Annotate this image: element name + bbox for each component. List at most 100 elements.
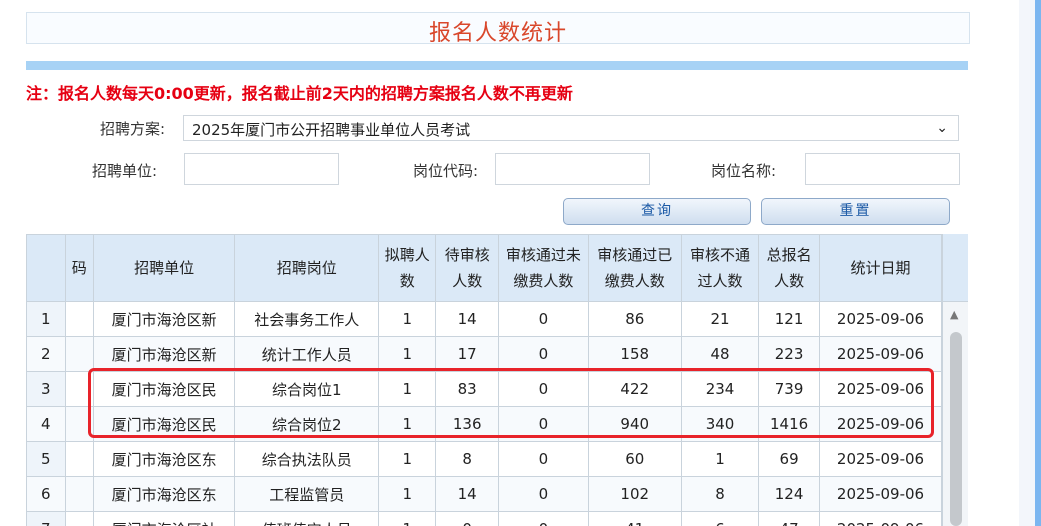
table-row[interactable]: 7厦门市海沧区社值班值守人员100416472025-09-06 [26,511,942,526]
column-header-line: 审核不通 [690,246,751,264]
column-header-line: 缴费人数 [604,272,665,290]
row-number-cell: 5 [26,441,66,477]
table-cell: 厦门市海沧区东 [92,476,236,512]
scroll-up-arrow-icon[interactable]: ▲ [950,308,958,321]
table-cell: 0 [435,511,500,526]
table-row[interactable]: 5 厦门市海沧区东 综合执法队员 1 8 0 60 1 69 2025-09-06 [26,441,942,477]
table-cell [64,336,95,372]
table-cell: 48 [680,336,760,372]
table-cell [64,301,95,337]
table-cell [64,476,95,512]
scrollbar-thumb[interactable] [950,332,962,526]
title-panel: 报名人数统计 [26,12,970,46]
table-cell: 1 [378,511,437,526]
column-header-line: 审核通过已 [597,246,673,264]
column-header-line: 人数 [774,272,805,290]
table-cell: 2025-09-06 [819,511,942,526]
table-cell: 47 [758,511,821,526]
table-cell: 1 [680,441,760,477]
table-cell: 2025-09-06 [819,441,942,477]
table-cell: 厦门市海沧区新 [92,336,236,372]
chevron-down-icon[interactable]: ⌄ [936,120,948,136]
table-row[interactable]: 2 厦门市海沧区新 统计工作人员 1 17 0 158 48 223 2025-09-06 [26,336,942,372]
table-header-row: 码招聘单位 招聘岗位 拟聘人数待审核 人数 审核通过未 缴费人数 审核通过已 缴费人数 审核不通… [26,234,942,302]
plan-select[interactable]: 2025年厦门市公开招聘事业单位人员考试 ⌄ [183,115,959,141]
row-number-cell: 2 [26,336,66,372]
table-cell: 0 [498,301,589,337]
code-input[interactable] [495,153,650,185]
row-number-cell: 6 [26,476,66,512]
column-header: 码 [64,234,95,302]
scrollbar-header-cap [943,234,968,302]
column-header: 待审核 人数 [435,234,500,302]
name-input[interactable] [805,153,960,185]
table-cell: 0 [498,511,589,526]
table-cell: 124 [758,476,821,512]
column-header-line: 统计日期 [850,259,911,277]
table-scrollbar[interactable]: ▲ [942,234,968,526]
table-cell: 1 [378,441,437,477]
table-cell: 14 [435,476,500,512]
table-cell: 厦门市海沧区新 [92,301,236,337]
table-cell: 统计工作人员 [234,336,380,372]
table-cell: 86 [587,301,682,337]
column-header-line: 审核通过未 [505,246,581,264]
column-header-line: 总报名 [766,246,812,264]
column-header: 招聘单位 [92,234,236,302]
column-header-line: 拟聘人 [384,246,430,264]
table-cell: 158 [587,336,682,372]
row-number-cell: 1 [26,301,66,337]
update-notice: 注：报名人数每天0:00更新，报名截止前2天内的招聘方案报名人数不再更新 [26,84,573,103]
name-label: 岗位名称: [711,162,777,180]
plan-select-value: 2025年厦门市公开招聘事业单位人员考试 [192,121,471,139]
highlight-annotation-box [88,368,934,438]
table-row[interactable]: 1 厦门市海沧区新 社会事务工作人 1 14 0 86 21 121 2025-09-06 [26,301,942,337]
column-header: 审核不通 过人数 [680,234,760,302]
table-cell: 21 [680,301,760,337]
table-cell: 1 [378,476,437,512]
column-header-line: 过人数 [697,272,743,290]
column-header-line: 待审核 [444,246,490,264]
table-cell: 41 [587,511,682,526]
unit-label: 招聘单位: [92,162,158,180]
query-button[interactable]: 查询 [563,198,751,225]
table-cell: 102 [587,476,682,512]
table-cell: 值班值守人员 [234,511,380,526]
row-number-cell: 7 [26,511,66,526]
table-cell: 8 [680,476,760,512]
table-cell: 2025-09-06 [819,336,942,372]
table-cell: 综合执法队员 [234,441,380,477]
table-cell: 厦门市海沧区社 [92,511,236,526]
table-cell: 8 [435,441,500,477]
table-cell: 69 [758,441,821,477]
table-cell: 2025-09-06 [819,476,942,512]
code-label: 岗位代码: [413,162,479,180]
column-header: 招聘岗位 [234,234,380,302]
unit-input[interactable] [184,153,339,185]
table-cell [64,441,95,477]
table-cell: 1 [378,336,437,372]
table-cell: 2025-09-06 [819,301,942,337]
table-cell: 社会事务工作人 [234,301,380,337]
table-cell: 1 [378,301,437,337]
window-right-edge [1019,0,1041,526]
column-header-line: 缴费人数 [513,272,574,290]
window-edge-strip [1035,0,1041,526]
column-header: 拟聘人数 [378,234,437,302]
table-cell: 14 [435,301,500,337]
table-cell: 厦门市海沧区东 [92,441,236,477]
table-cell: 223 [758,336,821,372]
table-cell: 0 [498,441,589,477]
column-header: 审核通过已 缴费人数 [587,234,682,302]
table-cell: 0 [498,336,589,372]
table-cell [64,511,95,526]
table-cell: 6 [680,511,760,526]
section-divider-bar [26,61,968,70]
column-header-line: 人数 [452,272,483,290]
table-row[interactable]: 6 厦门市海沧区东 工程监管员 1 14 0 102 8 124 2025-09-06 [26,476,942,512]
row-number-cell: 3 [26,371,66,407]
column-header: 总报名 人数 [758,234,821,302]
table-cell: 121 [758,301,821,337]
table-cell: 工程监管员 [234,476,380,512]
reset-button[interactable]: 重置 [761,198,950,225]
